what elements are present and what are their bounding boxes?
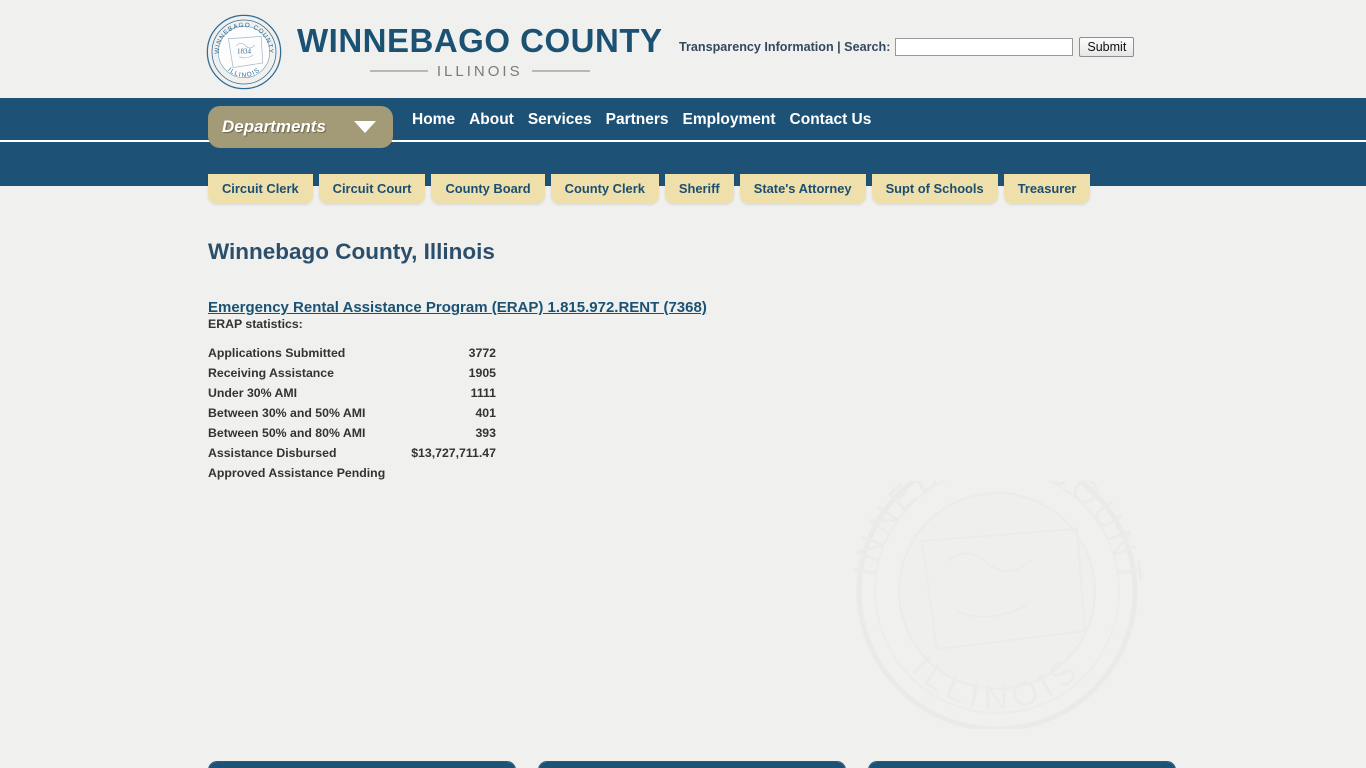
panel-title-calendar: Calendar	[869, 762, 1175, 768]
site-subtitle: ILLINOIS	[436, 62, 523, 80]
erap-row-value: 401	[475, 406, 496, 420]
departments-dropdown-button[interactable]: Departments	[208, 106, 393, 148]
site-header: 1834 WINNEBAGO COUNTY ILLINOIS WINNEBAGO…	[0, 0, 1366, 98]
nav-link-contact-us[interactable]: Contact Us	[790, 111, 872, 129]
erap-row-value: 1111	[470, 386, 496, 400]
tab-sheriff[interactable]: Sheriff	[664, 174, 734, 204]
erap-row-label: Between 50% and 80% AMI	[208, 426, 366, 440]
brand-block: 1834 WINNEBAGO COUNTY ILLINOIS WINNEBAGO…	[205, 13, 663, 91]
tab-county-board[interactable]: County Board	[431, 174, 545, 204]
table-row: Under 30% AMI 1111	[208, 383, 496, 403]
county-seal-icon: 1834 WINNEBAGO COUNTY ILLINOIS	[206, 14, 282, 90]
department-tabs: Circuit Clerk Circuit Court County Board…	[208, 174, 1091, 204]
table-row: Assistance Disbursed $13,727,711.47	[208, 443, 496, 463]
main-content: WINNEBAGO COUNTY ILLINOIS Winnebago Coun…	[0, 239, 1366, 768]
nav-link-services[interactable]: Services	[528, 111, 592, 129]
panel-calendar: Calendar	[868, 761, 1176, 768]
erap-row-value: 1905	[468, 366, 496, 380]
panel-news: News 2022 0914 GLEASMAN ROAD CULVERT REP…	[538, 761, 846, 768]
chevron-down-icon	[353, 121, 376, 133]
erap-row-label: Receiving Assistance	[208, 366, 334, 380]
rule-right	[531, 70, 590, 73]
erap-row-value: $13,727,711.47	[411, 446, 496, 460]
erap-row-value: 393	[475, 426, 496, 440]
search-input[interactable]	[895, 38, 1074, 56]
nav-link-partners[interactable]: Partners	[606, 111, 669, 129]
rule-left	[369, 70, 428, 73]
nav-link-about[interactable]: About	[469, 111, 514, 129]
panels-row: Chairman's Bulletin TRANSPARENCY REPORTS…	[208, 761, 1176, 768]
erap-statistics-table: Applications Submitted 3772 Receiving As…	[208, 343, 496, 483]
svg-text:ILLINOIS: ILLINOIS	[905, 648, 1090, 718]
table-row: Receiving Assistance 1905	[208, 363, 496, 383]
erap-row-label: Applications Submitted	[208, 346, 346, 360]
erap-row-label: Approved Assistance Pending	[208, 466, 386, 480]
site-title: WINNEBAGO COUNTY	[297, 22, 663, 60]
search-submit-button[interactable]: Submit	[1079, 37, 1135, 57]
tab-county-clerk[interactable]: County Clerk	[550, 174, 659, 204]
tab-circuit-court[interactable]: Circuit Court	[318, 174, 426, 204]
search-label: Transparency Information | Search:	[679, 40, 891, 54]
erap-program-link[interactable]: Emergency Rental Assistance Program (ERA…	[208, 299, 707, 316]
nav-link-home[interactable]: Home	[412, 111, 455, 129]
erap-row-value: 3772	[468, 346, 496, 360]
erap-row-label: Under 30% AMI	[208, 386, 298, 400]
erap-row-label: Assistance Disbursed	[208, 446, 337, 460]
page-title: Winnebago County, Illinois	[208, 239, 495, 264]
erap-row-label: Between 30% and 50% AMI	[208, 406, 366, 420]
department-tabs-strip: Circuit Clerk Circuit Court County Board…	[0, 174, 1366, 220]
tab-treasurer[interactable]: Treasurer	[1003, 174, 1091, 204]
nav-links: Home About Services Partners Employment …	[412, 98, 871, 142]
table-row: Between 50% and 80% AMI 393	[208, 423, 496, 443]
table-row: Approved Assistance Pending	[208, 463, 496, 483]
panel-chairmans-bulletin: Chairman's Bulletin TRANSPARENCY REPORTS…	[208, 761, 516, 768]
departments-label: Departments	[222, 117, 326, 136]
table-row: Applications Submitted 3772	[208, 343, 496, 363]
nav-link-employment[interactable]: Employment	[683, 111, 776, 129]
brand-text: WINNEBAGO COUNTY ILLINOIS	[297, 24, 663, 80]
search-area: Transparency Information | Search: Submi…	[679, 37, 1135, 57]
svg-text:WINNEBAGO COUNTY: WINNEBAGO COUNTY	[827, 481, 1149, 588]
table-row: Between 30% and 50% AMI 401	[208, 403, 496, 423]
svg-text:1834: 1834	[237, 48, 252, 56]
erap-caption: ERAP statistics:	[208, 317, 303, 331]
tab-states-attorney[interactable]: State's Attorney	[739, 174, 866, 204]
erap-row-value	[408, 463, 496, 483]
panel-title-news: News	[539, 762, 845, 768]
tab-supt-of-schools[interactable]: Supt of Schools	[871, 174, 998, 204]
primary-navbar: Home About Services Partners Employment …	[0, 98, 1366, 148]
panel-title-bulletin: Chairman's Bulletin	[209, 762, 515, 768]
tab-circuit-clerk[interactable]: Circuit Clerk	[208, 174, 313, 204]
brand-subtitle-row: ILLINOIS	[297, 63, 663, 80]
county-seal-watermark-icon: WINNEBAGO COUNTY ILLINOIS	[827, 481, 1149, 729]
